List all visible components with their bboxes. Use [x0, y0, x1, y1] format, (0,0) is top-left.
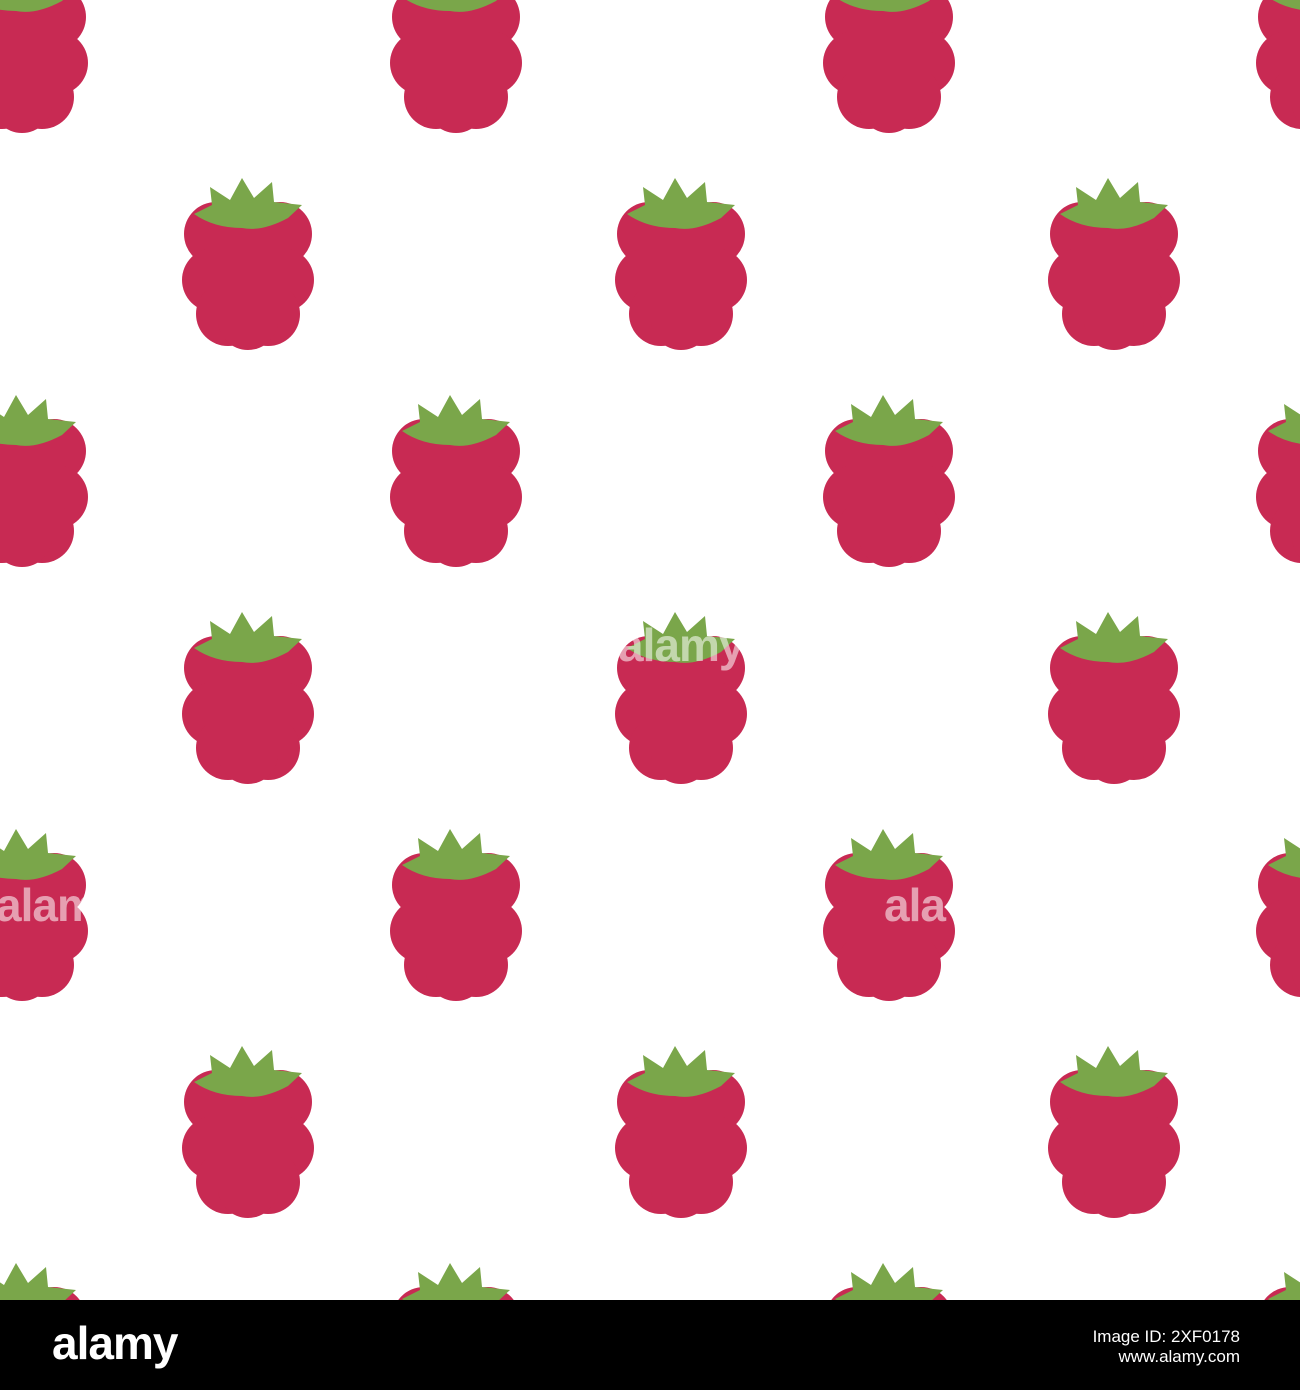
raspberry-icon [823, 0, 955, 133]
raspberry-icon [1048, 178, 1180, 350]
raspberry-icon [182, 178, 314, 350]
raspberry-icon [0, 395, 88, 567]
raspberry-icon [390, 829, 522, 1001]
raspberry-icon [0, 1263, 88, 1300]
raspberry-icon [1256, 1263, 1300, 1300]
raspberry-icon [390, 395, 522, 567]
raspberry-icon [182, 1046, 314, 1218]
image-id-text: Image ID: 2XF0178 [1092, 1327, 1240, 1346]
raspberry-icon [823, 829, 955, 1001]
raspberry-icon [1256, 395, 1300, 567]
stock-image: alamy alamy ala alamy Image ID: 2XF0178 … [0, 0, 1300, 1390]
alamy-logo: alamy [52, 1317, 178, 1369]
raspberry-icon [823, 395, 955, 567]
raspberry-pattern: alamy alamy ala [0, 0, 1300, 1300]
raspberry-icon [615, 178, 747, 350]
raspberry-icon [1048, 612, 1180, 784]
raspberry-icon [1256, 829, 1300, 1001]
raspberry-icon [182, 612, 314, 784]
raspberry-icon [823, 1263, 955, 1300]
raspberry-icon [0, 829, 88, 1001]
site-url-text: www.alamy.com [1118, 1347, 1240, 1366]
image-meta: Image ID: 2XF0178 www.alamy.com [1093, 1327, 1240, 1367]
stock-footer-bar: alamy Image ID: 2XF0178 www.alamy.com [0, 1300, 1300, 1390]
raspberry-icon [390, 1263, 522, 1300]
raspberry-icon [1048, 1046, 1180, 1218]
raspberry-icon [390, 0, 522, 133]
raspberry-icon [0, 0, 88, 133]
raspberry-icon [615, 612, 747, 784]
raspberry-icon [1256, 0, 1300, 133]
raspberry-icon [615, 1046, 747, 1218]
raspberry-pattern-svg [0, 0, 1300, 1300]
